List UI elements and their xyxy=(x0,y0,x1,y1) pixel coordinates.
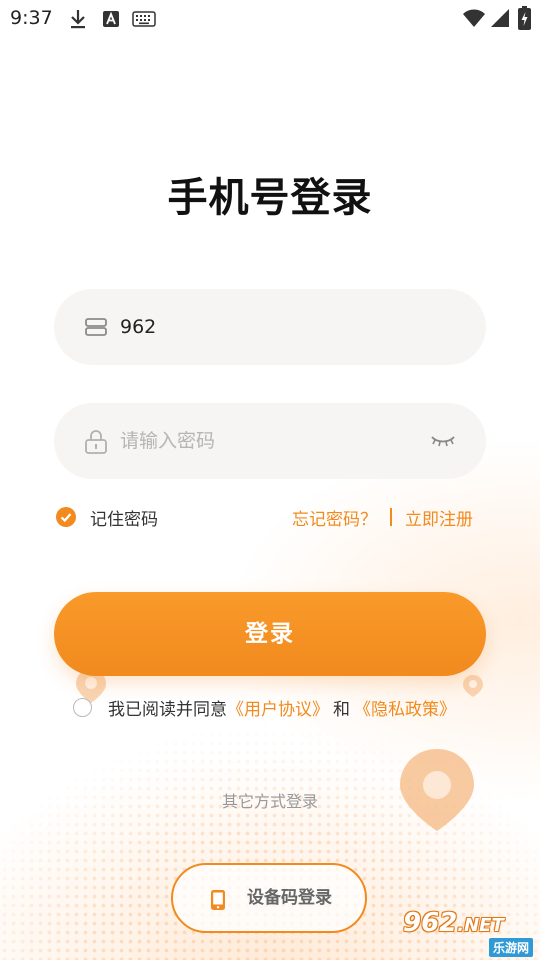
wifi-icon xyxy=(463,9,485,27)
page-title: 手机号登录 xyxy=(167,175,373,221)
password-input[interactable] xyxy=(120,421,420,461)
remember-checkbox[interactable] xyxy=(56,507,76,527)
account-links: 忘记密码？ 立即注册 xyxy=(292,505,473,530)
privacy-policy-link[interactable]: 《隐私政策》 xyxy=(354,695,456,720)
link-separator xyxy=(390,508,392,526)
battery-charging-icon xyxy=(518,6,531,30)
watermark-site-name: 乐游网 xyxy=(488,938,533,957)
remember-password[interactable]: 记住密码 xyxy=(56,505,158,530)
phone-icon xyxy=(211,890,225,910)
device-code-login-label: 设备码登录 xyxy=(247,888,332,908)
agreement-prefix: 我已阅读并同意 xyxy=(108,699,227,720)
status-time: 9:37 xyxy=(10,7,53,29)
eye-closed-icon[interactable] xyxy=(430,433,456,449)
watermark-net: .NET xyxy=(457,915,504,936)
agreement-checkbox[interactable] xyxy=(73,697,92,717)
status-bar: 9:37 xyxy=(0,0,540,36)
login-button[interactable]: 登录 xyxy=(54,592,486,676)
watermark-logo-text: 962.NET xyxy=(403,908,504,938)
signal-icon xyxy=(491,9,509,27)
other-login-methods-label: 其它方式登录 xyxy=(221,792,318,811)
agreement-row: 我已阅读并同意 《用户协议》 和 《隐私政策》 xyxy=(73,694,456,720)
password-field[interactable] xyxy=(54,403,486,479)
forgot-password-link[interactable]: 忘记密码？ xyxy=(292,505,377,530)
checkmark-icon xyxy=(60,513,72,523)
download-icon xyxy=(71,10,85,29)
agreement-conjunction: 和 xyxy=(333,699,350,720)
register-link[interactable]: 立即注册 xyxy=(405,505,473,530)
phone-value[interactable]: 962 xyxy=(120,289,156,365)
lock-icon xyxy=(85,430,107,454)
keyboard-icon xyxy=(132,11,156,27)
remember-label: 记住密码 xyxy=(90,509,158,530)
location-pin-tiny-icon xyxy=(463,675,483,697)
font-a-icon xyxy=(103,11,119,27)
user-agreement-link[interactable]: 《用户协议》 xyxy=(227,695,329,720)
site-watermark: 962.NET 乐游网 xyxy=(403,908,535,957)
device-code-login-button[interactable]: 设备码登录 xyxy=(171,863,367,933)
phone-field[interactable]: 962 xyxy=(54,289,486,365)
account-card-icon xyxy=(85,318,107,336)
watermark-number: 962 xyxy=(403,908,458,938)
